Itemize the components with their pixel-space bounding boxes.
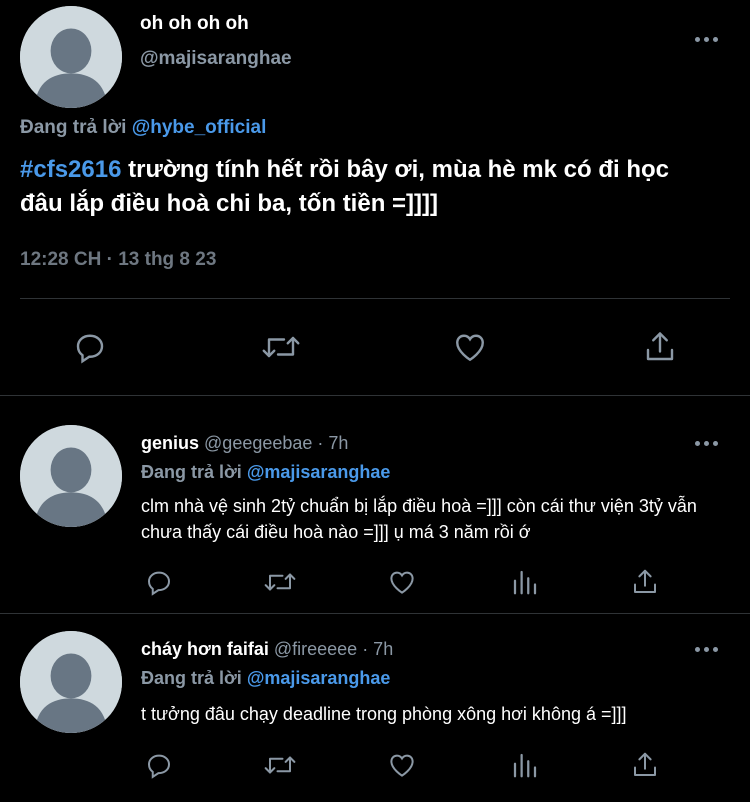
hashtag-link[interactable]: #cfs2616 [20,156,121,183]
default-avatar-icon [20,6,122,108]
avatar[interactable] [20,6,122,108]
reply-icon[interactable] [70,327,110,367]
main-tweet: oh oh oh oh @majisaranghae Đang trả lời … [0,0,750,396]
avatar[interactable] [20,425,122,527]
user-handle[interactable]: @majisaranghae [140,48,292,70]
reply-icon[interactable] [142,748,176,782]
views-icon[interactable] [508,748,542,782]
views-icon[interactable] [508,565,542,599]
replying-label: Đang trả lời [20,117,127,138]
more-options-icon[interactable] [695,433,725,453]
replying-to-link[interactable]: @majisaranghae [247,668,391,688]
share-icon[interactable] [640,327,680,367]
like-icon[interactable] [385,565,419,599]
post-time[interactable]: · 7h [317,433,348,453]
like-icon[interactable] [385,748,419,782]
replying-to: Đang trả lời @majisaranghae [141,462,390,483]
reply-tweet[interactable]: cháy hơn faifai @fireeeee · 7h Đang trả … [0,614,750,802]
tweet-text: #cfs2616 trường tính hết rồi bây ơi, mùa… [20,153,710,221]
replying-label: Đang trả lời [141,462,242,482]
reply-icon[interactable] [142,565,176,599]
user-handle[interactable]: @geegeebae [204,433,312,453]
avatar[interactable] [20,631,122,733]
share-icon[interactable] [628,748,662,782]
reply-tweet[interactable]: genius @geegeebae · 7h Đang trả lời @maj… [0,396,750,612]
retweet-icon[interactable] [260,748,300,782]
replying-to: Đang trả lời @hybe_official [20,117,266,139]
reply-text: t tưởng đâu chạy deadline trong phòng xô… [141,704,627,724]
replying-to: Đang trả lời @majisaranghae [141,668,390,689]
replying-to-link[interactable]: @hybe_official [132,117,267,138]
retweet-icon[interactable] [260,565,300,599]
like-icon[interactable] [450,327,490,367]
default-avatar-icon [20,425,122,527]
display-name[interactable]: oh oh oh oh [140,13,249,35]
divider [20,298,730,299]
timestamp[interactable]: 12:28 CH · 13 thg 8 23 [20,249,216,271]
more-options-icon[interactable] [695,29,725,49]
user-handle[interactable]: @fireeeee [274,639,357,659]
more-options-icon[interactable] [695,639,725,659]
retweet-icon[interactable] [258,327,304,367]
replying-to-link[interactable]: @majisaranghae [247,462,391,482]
reply-header: genius @geegeebae · 7h [141,433,348,454]
reply-header: cháy hơn faifai @fireeeee · 7h [141,639,393,660]
replying-label: Đang trả lời [141,668,242,688]
display-name[interactable]: genius [141,433,199,453]
reply-text: clm nhà vệ sinh 2tỷ chuẩn bị lắp điều ho… [141,496,697,542]
share-icon[interactable] [628,565,662,599]
display-name[interactable]: cháy hơn faifai [141,639,269,659]
default-avatar-icon [20,631,122,733]
post-time[interactable]: · 7h [362,639,393,659]
